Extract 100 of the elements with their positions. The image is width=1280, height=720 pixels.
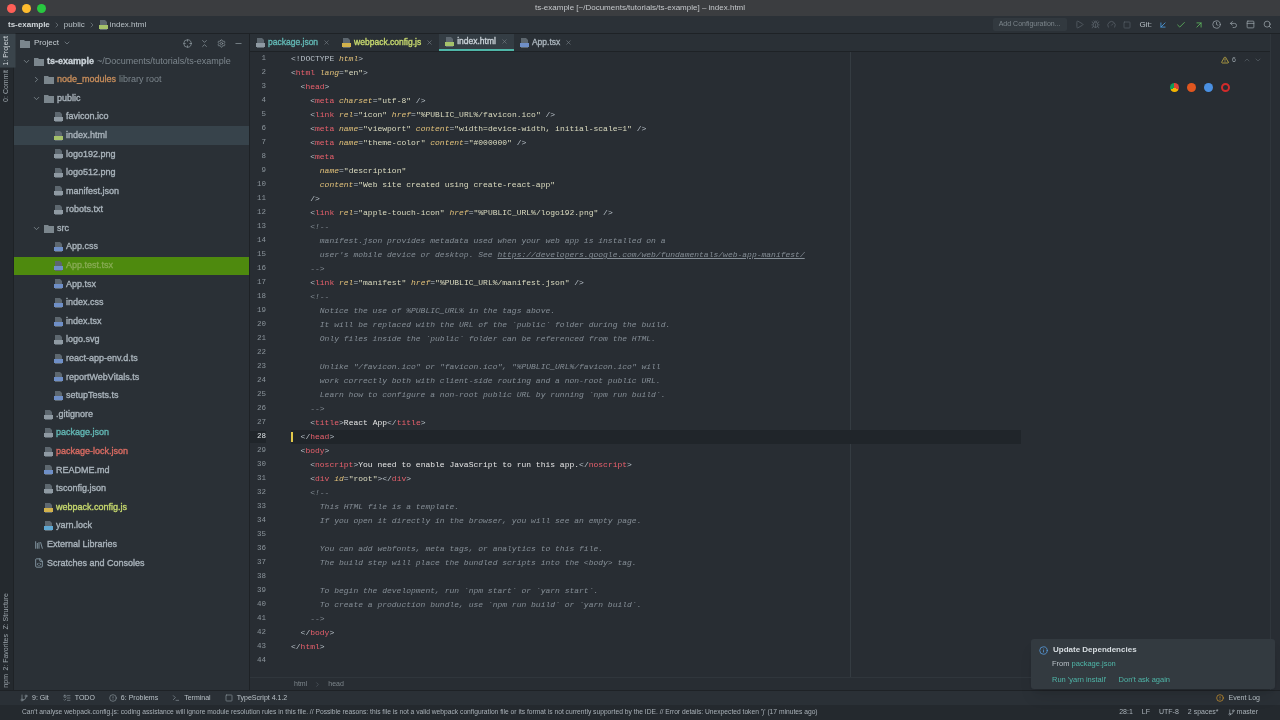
close-icon[interactable] (565, 39, 573, 46)
library-icon (34, 539, 44, 550)
code-line: --> (309, 403, 326, 415)
close-icon[interactable] (426, 39, 434, 46)
project-view-dropdown[interactable]: Project (20, 37, 71, 49)
warning-icon[interactable] (1221, 56, 1230, 65)
tree-item[interactable]: setupTests.ts (14, 386, 249, 406)
tree-item[interactable]: package.json (14, 423, 249, 443)
code-line: <!-- (309, 487, 331, 499)
collapse-all-icon[interactable] (200, 38, 209, 48)
file-icon (54, 260, 63, 271)
tree-item[interactable]: logo192.png (14, 144, 249, 164)
file-icon (44, 409, 53, 420)
tree-item[interactable]: favicon.ico (14, 107, 249, 127)
branch-icon (1227, 709, 1235, 716)
arrow-up-right-icon[interactable] (1194, 19, 1204, 30)
file-icon (44, 446, 53, 457)
code-line: work correctly both with client-side routing and a non-root public URL. (318, 375, 662, 387)
code-line: <meta name="viewport" content="width=device-width, initial-scale=1" /> (309, 123, 648, 135)
window-minimize-button[interactable] (22, 3, 31, 13)
code-line: Unlike "/favicon.ico" or "favicon.ico", "%PUBLIC_URL%/favicon.ico" will (318, 361, 662, 373)
code-line: <meta charset="utf-8" /> (309, 95, 427, 107)
window-icon[interactable] (1246, 20, 1255, 29)
tree-item[interactable]: index.tsx (14, 312, 249, 331)
file-icon (44, 483, 53, 494)
tree-item[interactable]: Scratches and Consoles (14, 554, 249, 573)
tree-item[interactable]: src (14, 219, 249, 238)
tree-item[interactable]: ts-example ~/Documents/tutorials/ts-example (14, 52, 249, 71)
code-line: <link rel="manifest" href="%PUBLIC_URL%/manifest.json" /> (309, 277, 585, 289)
tree-item[interactable]: index.css (14, 293, 249, 313)
check-icon[interactable] (1176, 19, 1186, 30)
stop-icon[interactable] (1122, 20, 1131, 29)
bug-icon[interactable] (1090, 20, 1100, 29)
editor-tab[interactable]: webpack.config.js (336, 34, 440, 51)
arrow-down-left-icon[interactable] (1158, 19, 1168, 30)
tree-item[interactable]: logo512.png (14, 163, 249, 183)
vcs-label: Git: (1139, 18, 1152, 31)
code-line: <!-- (309, 291, 331, 303)
code-line: name="description" (318, 165, 408, 177)
todo-icon (62, 694, 71, 702)
tree-item[interactable]: App.tsx (14, 275, 249, 294)
code-line: <meta name="theme-color" content="#000000" /> (309, 137, 528, 149)
file-icon (54, 298, 63, 308)
chevron-down-icon[interactable] (31, 94, 41, 103)
window-close-button[interactable] (7, 3, 16, 13)
window-zoom-button[interactable] (37, 3, 46, 13)
editor-tab[interactable]: package.json (250, 34, 337, 51)
close-icon[interactable] (323, 39, 331, 46)
editor-tab[interactable]: App.tsx (513, 34, 579, 51)
settings-icon[interactable] (217, 38, 226, 48)
code-line: <!-- (309, 221, 331, 233)
tree-item[interactable]: robots.txt (14, 200, 249, 220)
tree-item[interactable]: webpack.config.js (14, 498, 249, 517)
code-line: To begin the development, run `npm start` or `yarn start`. (318, 585, 600, 597)
tree-item[interactable]: public (14, 89, 249, 108)
code-line: It will be replaced with the URL of the `public` folder during the build. (318, 319, 672, 331)
file-icon (54, 186, 63, 197)
tree-item[interactable]: package-lock.json (14, 442, 249, 462)
tree-item[interactable]: node_modules library root (14, 70, 249, 90)
tree-item[interactable]: README.md (14, 461, 249, 480)
tree-item[interactable]: App.css (14, 237, 249, 257)
tree-item[interactable]: index.html (14, 126, 249, 145)
window-title: ts-example [~/Documents/tutorials/ts-example] – index.html (534, 2, 746, 14)
tree-item[interactable]: External Libraries (14, 535, 249, 555)
clock-icon[interactable] (1212, 20, 1221, 29)
file-icon (44, 521, 53, 532)
file-icon (54, 279, 63, 290)
file-icon (44, 428, 53, 439)
undo-icon[interactable] (1229, 20, 1238, 29)
run-icon[interactable] (1074, 20, 1084, 29)
gauge-icon[interactable] (1106, 20, 1116, 29)
code-line: /> (309, 193, 321, 205)
tree-item[interactable]: .gitignore (14, 405, 249, 424)
breadcrumb-item[interactable]: public (63, 18, 85, 31)
breadcrumb-item[interactable]: ts-example (8, 18, 50, 31)
tree-item[interactable]: tsconfig.json (14, 479, 249, 499)
code-line: <title>React App</title> (309, 417, 427, 429)
terminal-icon (172, 694, 181, 702)
code-line: <link rel="icon" href="%PUBLIC_URL%/favicon.ico" /> (309, 109, 557, 121)
tree-item[interactable]: react-app-env.d.ts (14, 349, 249, 369)
file-icon (54, 242, 63, 253)
alert-icon (1216, 694, 1225, 702)
file-icon (54, 112, 63, 123)
crosshair-icon[interactable] (183, 38, 192, 48)
code-line: You can add webfonts, meta tags, or analytics to this file. (318, 543, 605, 555)
code-line: user's mobile device or desktop. See https://developers.google.com/web/fundamentals/web-app-manifest/ (318, 249, 806, 261)
tree-item[interactable]: manifest.json (14, 182, 249, 201)
editor-tab[interactable]: index.html (439, 34, 514, 51)
code-line: <noscript>You need to enable JavaScript to run this app.</noscript> (309, 459, 633, 471)
tree-item[interactable]: reportWebVitals.ts (14, 368, 249, 387)
problems-icon (108, 694, 117, 702)
search-icon[interactable] (1263, 20, 1272, 29)
code-line: --> (309, 263, 326, 275)
tree-item[interactable]: yarn.lock (14, 516, 249, 536)
git-icon (20, 694, 28, 702)
code-line: manifest.json provides metadata used when your web app is installed on a (318, 235, 667, 247)
close-icon[interactable] (500, 38, 508, 45)
breadcrumb-item[interactable]: index.html (98, 18, 147, 31)
file-icon (44, 465, 53, 476)
tree-item[interactable]: logo.svg (14, 330, 249, 350)
